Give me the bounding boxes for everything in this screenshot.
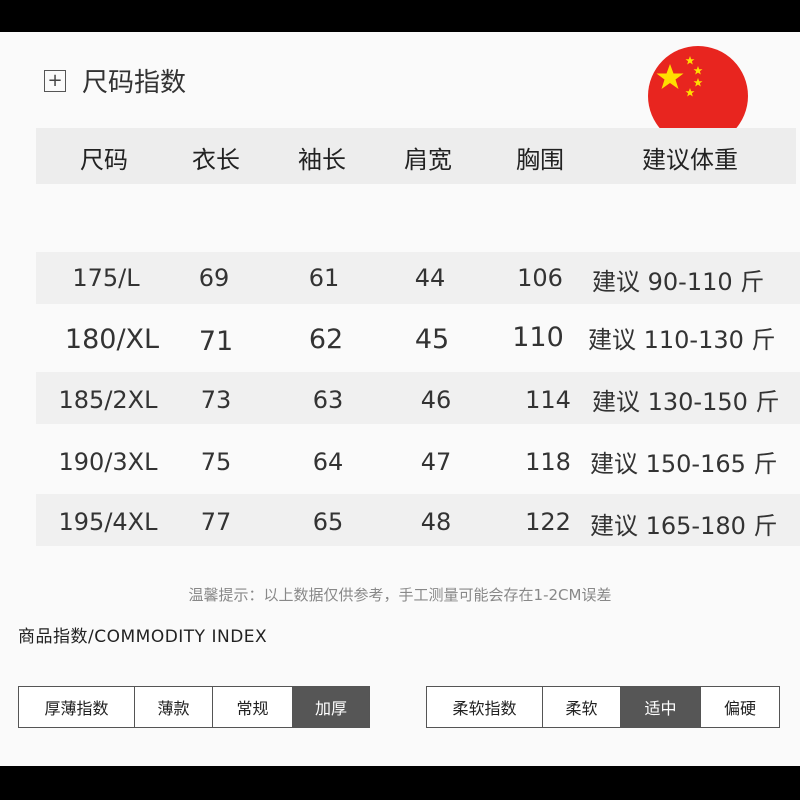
cell-length: 75 [200,448,232,476]
header-shoulder: 肩宽 [404,146,452,174]
softness-index: 柔软指数 柔软 适中 偏硬 [426,686,780,728]
measurement-note: 温馨提示：以上数据仅供参考，手工测量可能会存在1-2CM误差 [188,586,612,604]
header-sleeve: 袖长 [298,146,346,174]
cell-size: 190/3XL [58,448,158,476]
option-soft[interactable]: 柔软 [543,687,621,727]
cell-length: 71 [198,326,234,357]
cell-size: 180/XL [64,324,160,355]
section-title: 尺码指数 [82,68,187,98]
cell-chest: 106 [517,264,563,292]
cell-shoulder: 47 [420,448,452,476]
cell-length: 69 [198,264,230,292]
cell-sleeve: 64 [312,448,344,476]
cell-size: 195/4XL [58,508,158,536]
softness-index-label: 柔软指数 [427,687,543,727]
cell-shoulder: 45 [414,324,450,355]
option-thin[interactable]: 薄款 [135,687,213,727]
cell-weight: 建议 130-150 斤 [592,388,780,416]
header-chest: 胸围 [516,146,564,174]
option-stiff[interactable]: 偏硬 [701,687,779,727]
option-thick-selected[interactable]: 加厚 [293,687,369,727]
cell-chest: 114 [525,386,571,414]
cell-sleeve: 63 [312,386,344,414]
cell-shoulder: 44 [414,264,446,292]
commodity-index-title: 商品指数/COMMODITY INDEX [18,627,268,647]
cell-chest: 118 [525,448,571,476]
cell-weight: 建议 150-165 斤 [590,450,778,478]
cell-chest: 122 [525,508,571,536]
cell-sleeve: 61 [308,264,340,292]
thickness-index-label: 厚薄指数 [19,687,135,727]
cell-sleeve: 65 [312,508,344,536]
cell-weight: 建议 90-110 斤 [592,268,765,296]
cell-chest: 110 [512,322,564,353]
cell-weight: 建议 110-130 斤 [588,326,776,354]
cell-shoulder: 48 [420,508,452,536]
header-weight: 建议体重 [642,146,738,174]
size-chart-page: + 尺码指数 尺码 衣长 袖长 肩宽 胸围 建议体重 175/L 69 61 4… [0,32,800,766]
cell-weight: 建议 165-180 斤 [590,512,778,540]
section-header: + 尺码指数 [44,62,186,99]
cell-shoulder: 46 [420,386,452,414]
cell-length: 73 [200,386,232,414]
cell-size: 185/2XL [58,386,158,414]
thickness-index: 厚薄指数 薄款 常规 加厚 [18,686,370,728]
cell-size: 175/L [72,264,140,292]
plus-icon: + [44,69,66,92]
option-medium-selected[interactable]: 适中 [621,687,701,727]
header-size: 尺码 [80,146,128,174]
cell-length: 77 [200,508,232,536]
header-length: 衣长 [192,146,240,174]
option-regular[interactable]: 常规 [213,687,293,727]
cell-sleeve: 62 [308,324,344,355]
